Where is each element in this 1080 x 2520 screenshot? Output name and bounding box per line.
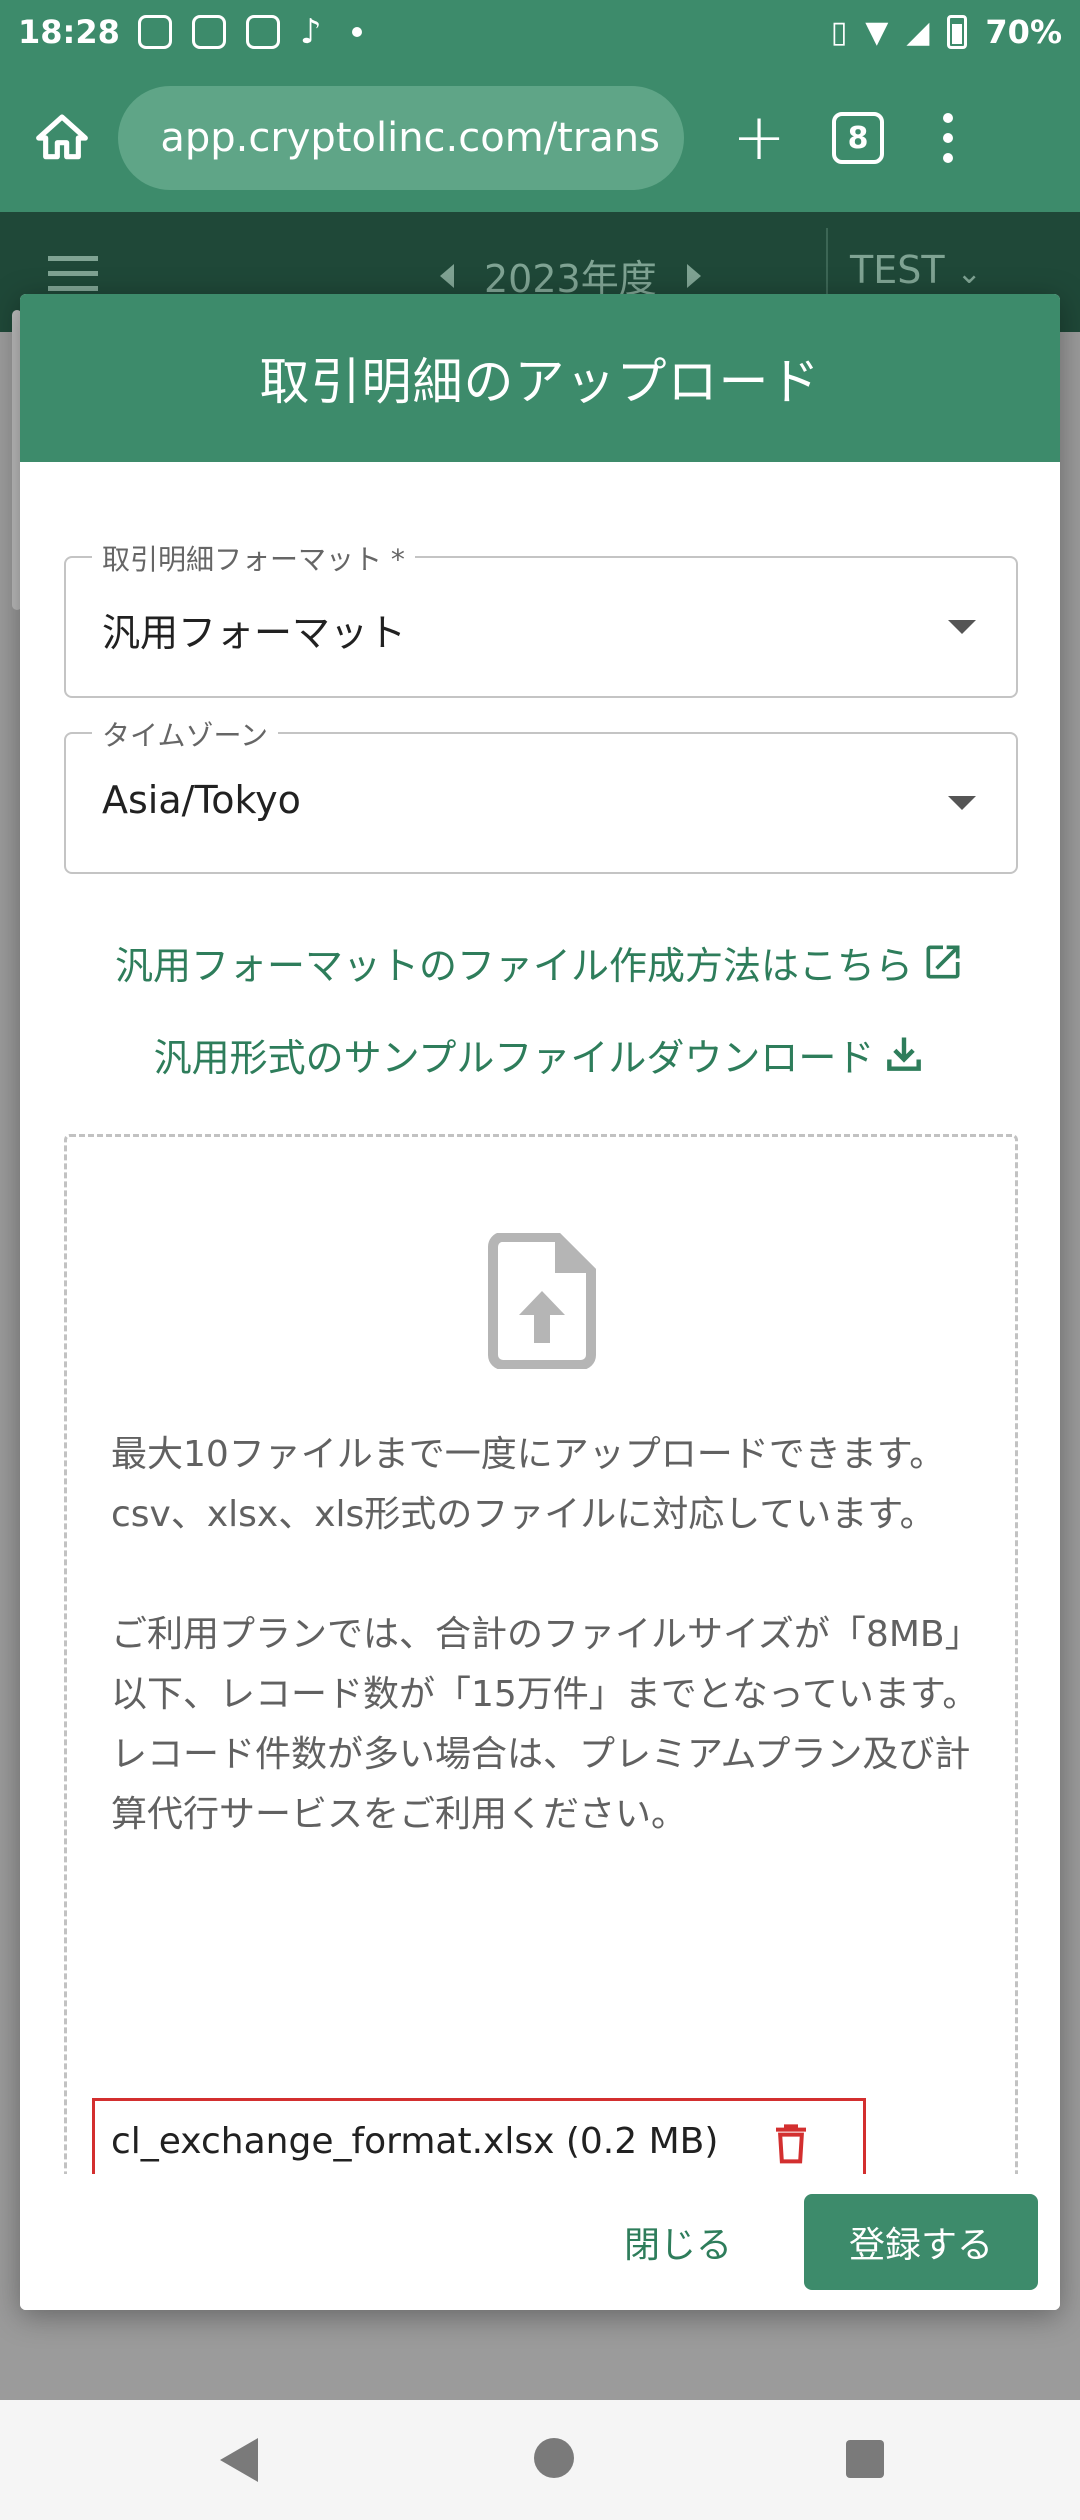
more-menu-button[interactable] [938, 113, 958, 163]
gmail-icon [245, 15, 280, 49]
file-upload-icon [488, 1233, 596, 1369]
app-d-icon [191, 15, 226, 49]
account-label: TEST [850, 248, 945, 292]
upload-dialog: 取引明細のアップロード 取引明細フォーマット * 汎用フォーマット タイムゾーン… [20, 294, 1060, 2310]
download-icon [887, 1037, 922, 1071]
format-select[interactable]: 取引明細フォーマット * 汎用フォーマット [64, 538, 1018, 698]
sample-download-link[interactable]: 汎用形式のサンプルファイルダウンロード [64, 1024, 1016, 1084]
instagram-icon [137, 15, 172, 49]
plus-icon: + [732, 101, 786, 175]
new-tab-button[interactable]: + [724, 101, 794, 175]
uploaded-file-name: cl_exchange_format.xlsx (0.2 MB) [111, 2120, 719, 2162]
back-icon[interactable] [220, 2438, 258, 2482]
dropdown-arrow-icon [948, 796, 976, 810]
battery-icon [947, 15, 968, 49]
external-link-icon [926, 945, 960, 979]
browser-toolbar: app.cryptolinc.com/trans + 8 [0, 64, 1080, 212]
delete-file-icon[interactable] [771, 2121, 811, 2165]
home-button[interactable] [26, 102, 98, 174]
status-time: 18:28 [18, 13, 120, 51]
uploaded-file-item: cl_exchange_format.xlsx (0.2 MB) [92, 2098, 866, 2184]
address-bar[interactable]: app.cryptolinc.com/trans [118, 86, 684, 190]
dropdown-arrow-icon [948, 620, 976, 634]
timezone-select[interactable]: タイムゾーン Asia/Tokyo [64, 714, 1018, 874]
battery-percent: 70% [985, 13, 1062, 51]
submit-button[interactable]: 登録する [804, 2194, 1038, 2290]
music-note-icon: ♪ [299, 12, 322, 52]
format-guide-link[interactable]: 汎用フォーマットのファイル作成方法はこちら [64, 932, 1016, 992]
tab-switcher-button[interactable]: 8 [832, 112, 884, 164]
format-select-label: 取引明細フォーマット * [92, 538, 415, 578]
url-text: app.cryptolinc.com/trans [160, 115, 660, 161]
format-select-value: 汎用フォーマット [102, 611, 407, 655]
system-nav-bar [0, 2400, 1080, 2520]
next-year-icon[interactable] [686, 263, 701, 288]
account-selector[interactable]: TEST ⌄ [850, 248, 982, 292]
timezone-select-value: Asia/Tokyo [102, 778, 301, 822]
format-guide-link-text: 汎用フォーマットのファイル作成方法はこちら [114, 943, 913, 988]
dialog-title: 取引明細のアップロード [259, 353, 821, 411]
home-icon [36, 114, 88, 160]
recent-apps-icon[interactable] [846, 2440, 884, 2478]
dialog-header: 取引明細のアップロード [20, 294, 1060, 462]
wifi-icon: ▼ [865, 14, 889, 50]
prev-year-icon[interactable] [440, 263, 454, 288]
dialog-footer: 閉じる 登録する [20, 2174, 1060, 2310]
close-button[interactable]: 閉じる [624, 2216, 732, 2268]
vibrate-icon: ▯ [830, 14, 848, 50]
dropzone-instructions: 最大10ファイルまで一度にアップロードできます。 csv、xlsx、xls形式の… [111, 1434, 981, 1835]
signal-icon: ◢ [906, 14, 930, 50]
notification-dot-icon [351, 27, 362, 37]
file-dropzone[interactable]: 最大10ファイルまで一度にアップロードできます。 csv、xlsx、xls形式の… [64, 1134, 1018, 2214]
sample-download-link-text: 汎用形式のサンプルファイルダウンロード [153, 1035, 875, 1080]
timezone-select-label: タイムゾーン [92, 714, 279, 754]
chevron-down-icon: ⌄ [956, 256, 982, 291]
status-bar: 18:28 ♪ ▯ ▼ ◢ 70% [0, 0, 1080, 64]
home-nav-icon[interactable] [534, 2438, 574, 2478]
